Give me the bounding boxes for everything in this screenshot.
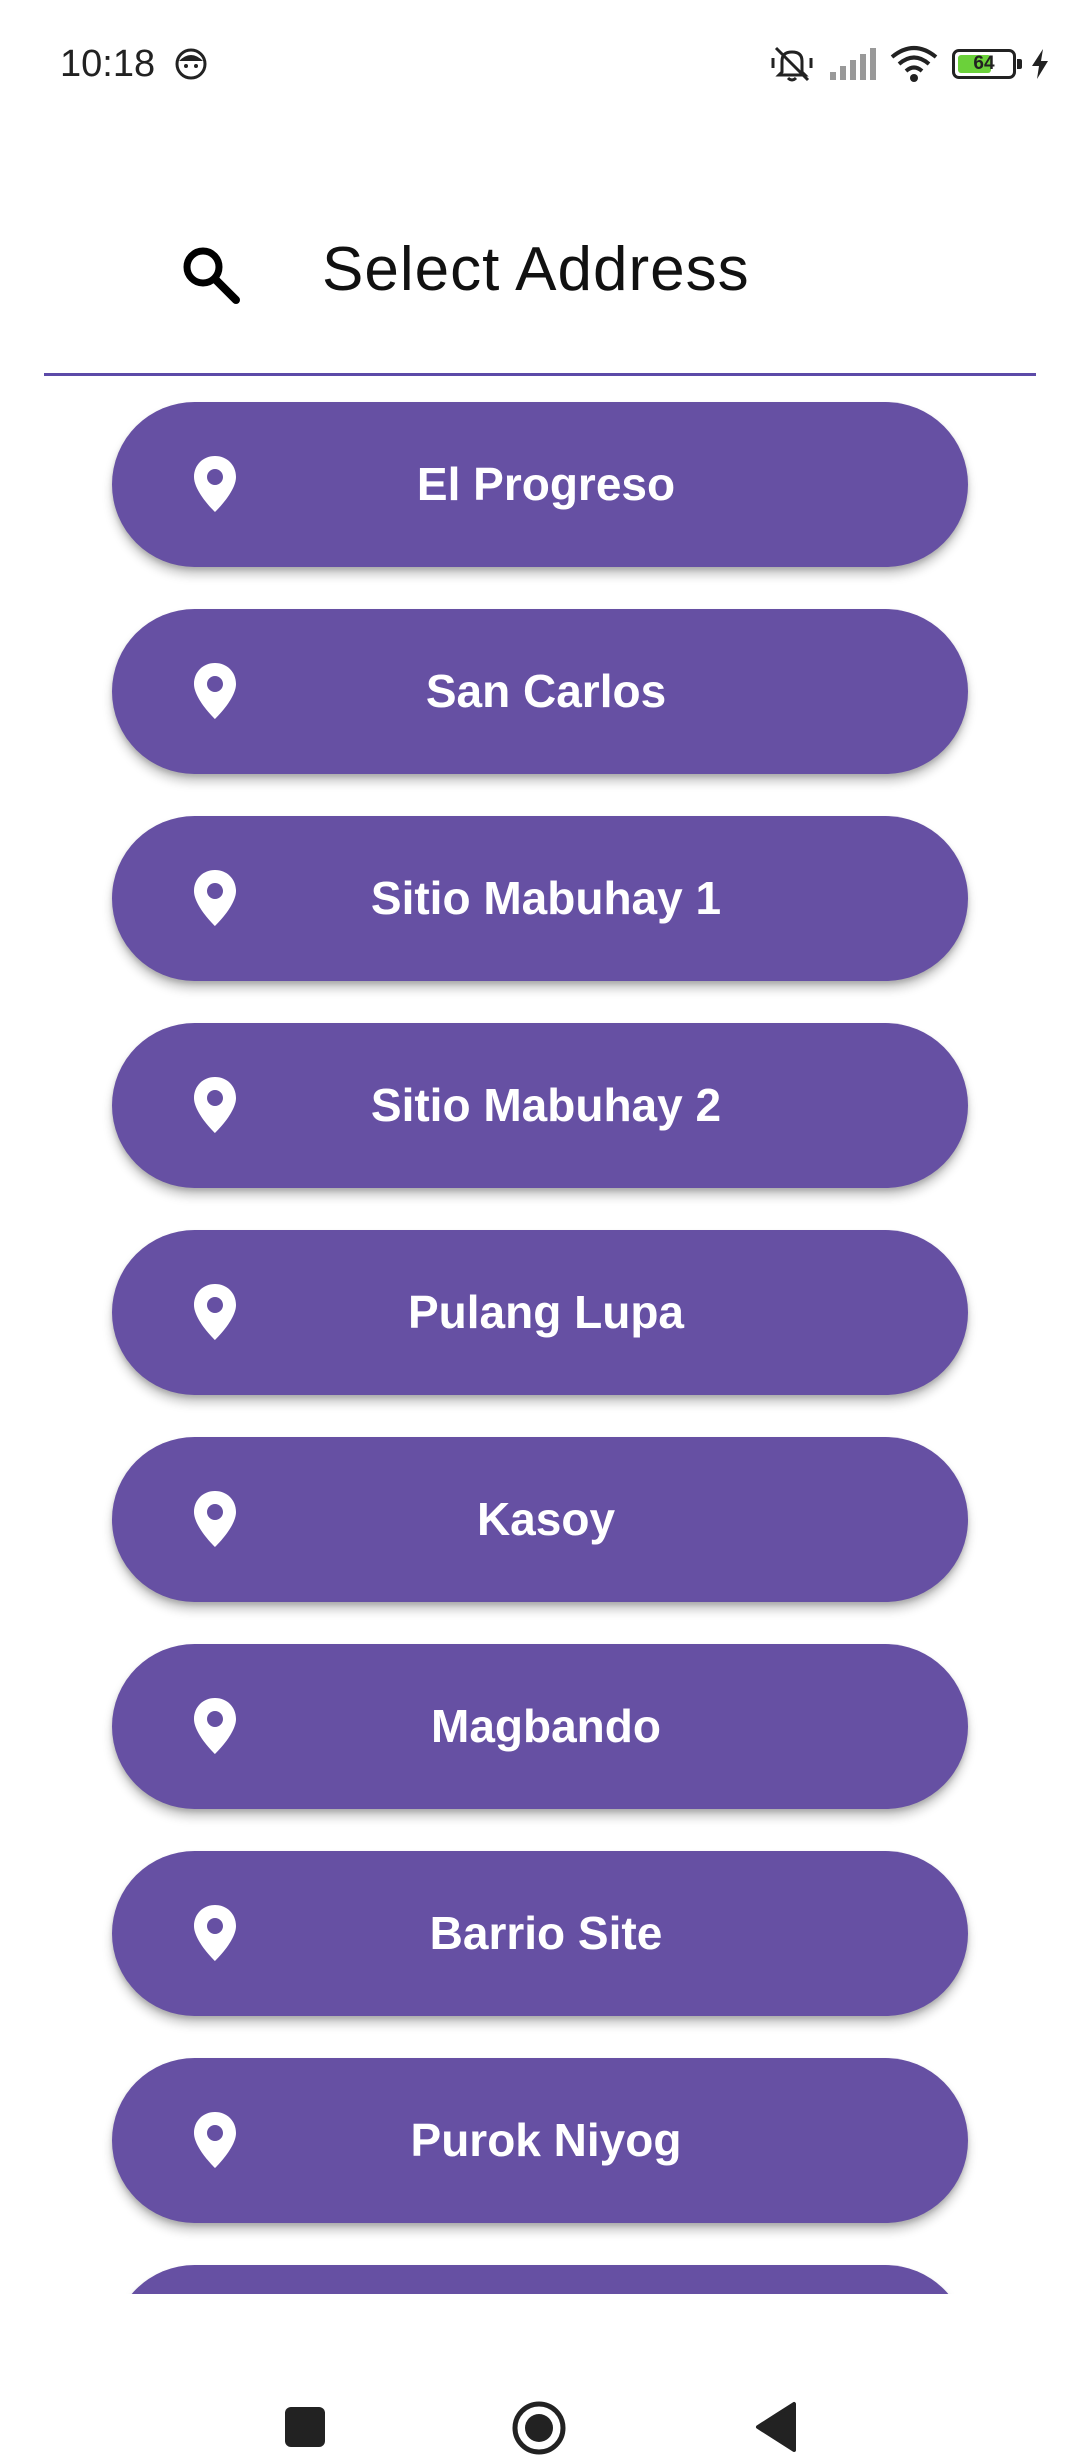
- address-button[interactable]: Purok Niyog: [112, 2058, 968, 2223]
- address-button[interactable]: Sitio Mabuhay 1: [112, 816, 968, 981]
- page-title: Select Address: [322, 235, 750, 304]
- back-triangle-icon[interactable]: [754, 2400, 798, 2454]
- address-button[interactable]: El Progreso: [112, 402, 968, 567]
- status-bar: 10:18 64: [0, 0, 1080, 130]
- battery-icon: 64: [952, 49, 1022, 79]
- address-label: Kasoy: [476, 1493, 616, 1545]
- navigation-bar: [0, 2294, 1080, 2460]
- address-button[interactable]: Barrio Site: [112, 1851, 968, 2016]
- battery-level: 64: [973, 53, 995, 74]
- status-icons: 64: [770, 40, 1050, 88]
- address-label: Magbando: [431, 1700, 661, 1752]
- status-time: 10:18: [60, 43, 156, 85]
- address-label: Pulang Lupa: [408, 1286, 684, 1338]
- charging-bolt-icon: [1032, 49, 1048, 79]
- address-label: Sitio Mabuhay 2: [370, 1079, 722, 1131]
- address-button[interactable]: San Carlos: [112, 609, 968, 774]
- search-icon[interactable]: [178, 242, 242, 306]
- address-button[interactable]: Kasoy: [112, 1437, 968, 1602]
- vibrate-silent-icon: [771, 46, 813, 82]
- address-button[interactable]: [112, 2265, 968, 2294]
- recents-square-icon[interactable]: [285, 2407, 325, 2447]
- address-label: El Progreso: [416, 458, 676, 510]
- address-label: Barrio Site: [429, 1907, 663, 1959]
- battery-nub: [1017, 59, 1022, 69]
- face-icon: [175, 48, 207, 80]
- address-button[interactable]: Magbando: [112, 1644, 968, 1809]
- header: Select Address: [44, 200, 1036, 376]
- address-button[interactable]: Pulang Lupa: [112, 1230, 968, 1395]
- address-button[interactable]: Sitio Mabuhay 2: [112, 1023, 968, 1188]
- home-circle-icon[interactable]: [511, 2400, 567, 2456]
- address-label: Purok Niyog: [410, 2114, 682, 2166]
- address-label: San Carlos: [425, 665, 667, 717]
- cell-signal-icon: [830, 48, 876, 80]
- address-list[interactable]: El Progreso San Carlos Sitio Mabuhay 1 Siti…: [0, 376, 1080, 2294]
- wifi-icon: [890, 46, 938, 82]
- address-label: Sitio Mabuhay 1: [370, 872, 722, 924]
- address-label: [112, 2265, 968, 2294]
